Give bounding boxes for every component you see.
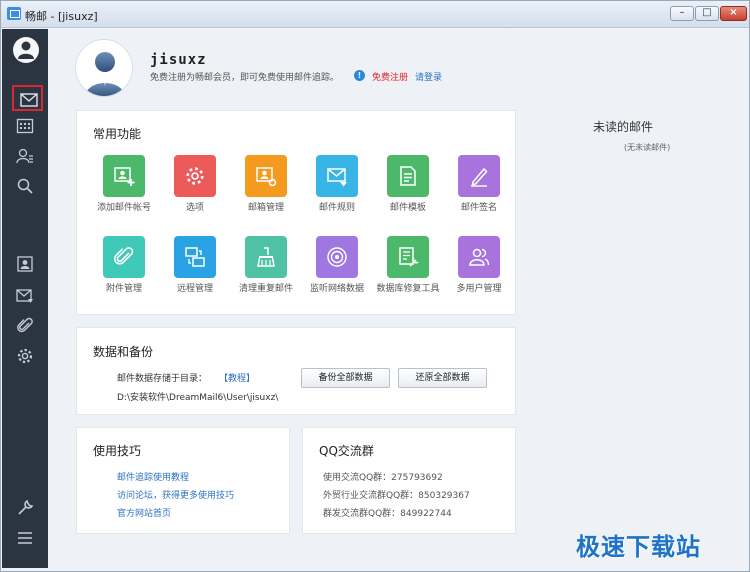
backup-all-button[interactable]: 备份全部数据 xyxy=(301,368,390,388)
broom-icon xyxy=(245,236,287,278)
func-label: 选项 xyxy=(185,203,204,213)
data-backup-title: 数据和备份 xyxy=(93,345,154,359)
watermark-logo: 极速下载站 xyxy=(576,533,701,561)
func-label: 邮箱管理 xyxy=(247,203,284,213)
storage-path: D:\安装软件\DreamMail6\User\jisuxz\ xyxy=(117,393,279,403)
restore-all-button[interactable]: 还原全部数据 xyxy=(398,368,487,388)
func-mailbox-manage[interactable]: 邮箱管理 xyxy=(229,155,303,214)
func-label: 远程管理 xyxy=(176,284,213,294)
func-label: 多用户管理 xyxy=(456,284,502,294)
sidebar-profile-card-icon[interactable] xyxy=(10,251,40,277)
sidebar-settings-icon[interactable] xyxy=(10,343,40,369)
main-content: jisuxz 免费注册为畅邮会员，即可免费使用邮件追踪。 ! 免费注册 请登录 … xyxy=(48,29,748,568)
sidebar-contacts-icon[interactable] xyxy=(10,143,40,169)
func-label: 添加邮件帐号 xyxy=(96,203,151,213)
sidebar-search-icon[interactable] xyxy=(10,173,40,199)
minimize-button[interactable]: – xyxy=(670,6,694,21)
profile-avatar[interactable] xyxy=(75,39,133,97)
sidebar-tools-icon[interactable] xyxy=(10,495,40,521)
maximize-button[interactable]: □ xyxy=(695,6,719,21)
attachment-icon xyxy=(103,236,145,278)
func-network-monitor[interactable]: 监听网络数据 xyxy=(300,236,374,295)
sidebar-mail-filter-icon[interactable] xyxy=(10,283,40,309)
login-link[interactable]: 请登录 xyxy=(415,70,442,83)
free-register-link[interactable]: 免费注册 xyxy=(372,70,408,83)
close-button[interactable]: × xyxy=(720,6,747,21)
app-mail-icon xyxy=(7,7,21,20)
tips-title: 使用技巧 xyxy=(93,444,142,458)
settings-icon xyxy=(174,155,216,197)
signature-icon xyxy=(458,155,500,197)
username: jisuxz xyxy=(150,52,207,68)
qq-group-line: 外贸行业交流群QQ群：850329367 xyxy=(323,491,470,501)
func-mail-template[interactable]: 邮件模板 xyxy=(371,155,445,214)
tip-link-tracking-tutorial[interactable]: 邮件追踪使用教程 xyxy=(117,470,189,483)
db-repair-icon xyxy=(387,236,429,278)
mailbox-manage-icon xyxy=(245,155,287,197)
register-hint: 免费注册为畅邮会员，即可免费使用邮件追踪。 xyxy=(150,73,340,83)
qq-group-line: 群发交流群QQ群：849922744 xyxy=(323,509,452,519)
func-label: 清理重复邮件 xyxy=(238,284,293,294)
data-backup-panel: 数据和备份 邮件数据存储于目录： 【教程】 D:\安装软件\DreamMail6… xyxy=(76,327,516,415)
func-label: 邮件规则 xyxy=(318,203,355,213)
sidebar-menu-icon[interactable] xyxy=(10,525,40,551)
func-db-repair[interactable]: 数据库修复工具 xyxy=(371,236,445,295)
tutorial-link[interactable]: 【教程】 xyxy=(219,371,255,384)
qq-group-panel: QQ交流群 使用交流QQ群：275793692 外贸行业交流群QQ群：85032… xyxy=(302,427,516,534)
window-title: 畅邮 - [jisuxz] xyxy=(25,10,98,23)
tip-link-homepage[interactable]: 官方网站首页 xyxy=(117,506,171,519)
sidebar-calendar-icon[interactable] xyxy=(10,113,40,139)
func-options[interactable]: 选项 xyxy=(158,155,232,214)
storage-label: 邮件数据存储于目录： xyxy=(117,374,208,384)
func-attachment-manage[interactable]: 附件管理 xyxy=(87,236,161,295)
user-avatar-icon[interactable] xyxy=(13,37,39,63)
remote-icon xyxy=(174,236,216,278)
func-add-account[interactable]: 添加邮件帐号 xyxy=(87,155,161,214)
qq-group-title: QQ交流群 xyxy=(319,444,374,458)
template-icon xyxy=(387,155,429,197)
func-mail-rule[interactable]: 邮件规则 xyxy=(300,155,374,214)
title-bar: 畅邮 - [jisuxz] – □ × xyxy=(1,1,749,28)
sidebar-attachment-icon[interactable] xyxy=(10,313,40,339)
sidebar xyxy=(2,29,48,568)
radar-icon xyxy=(316,236,358,278)
func-mail-signature[interactable]: 邮件签名 xyxy=(442,155,516,214)
func-label: 邮件模板 xyxy=(389,203,426,213)
info-icon: ! xyxy=(354,70,365,81)
func-label: 邮件签名 xyxy=(460,203,497,213)
tip-link-forum[interactable]: 访问论坛，获得更多使用技巧 xyxy=(117,488,234,501)
mail-rule-icon xyxy=(316,155,358,197)
func-clean-duplicate[interactable]: 清理重复邮件 xyxy=(229,236,303,295)
common-functions-panel: 常用功能 添加邮件帐号 选项 邮箱管理 邮件规则 邮件模板 邮件签名 附件管理 … xyxy=(76,110,516,315)
func-label: 附件管理 xyxy=(105,284,142,294)
users-icon xyxy=(458,236,500,278)
unread-mail-title: 未读的邮件 xyxy=(593,120,654,134)
common-functions-title: 常用功能 xyxy=(93,127,142,141)
func-label: 监听网络数据 xyxy=(309,284,364,294)
unread-mail-empty: (无未读邮件) xyxy=(624,143,671,152)
func-remote-manage[interactable]: 远程管理 xyxy=(158,236,232,295)
sidebar-mail-icon[interactable] xyxy=(12,85,43,111)
func-label: 数据库修复工具 xyxy=(376,284,440,294)
app-window: 畅邮 - [jisuxz] – □ × jisuxz 免费注册为畅邮会员，即可免… xyxy=(0,0,750,572)
qq-group-line: 使用交流QQ群：275793692 xyxy=(323,473,443,483)
func-multi-user[interactable]: 多用户管理 xyxy=(442,236,516,295)
tips-panel: 使用技巧 邮件追踪使用教程 访问论坛，获得更多使用技巧 官方网站首页 xyxy=(76,427,290,534)
add-account-icon xyxy=(103,155,145,197)
